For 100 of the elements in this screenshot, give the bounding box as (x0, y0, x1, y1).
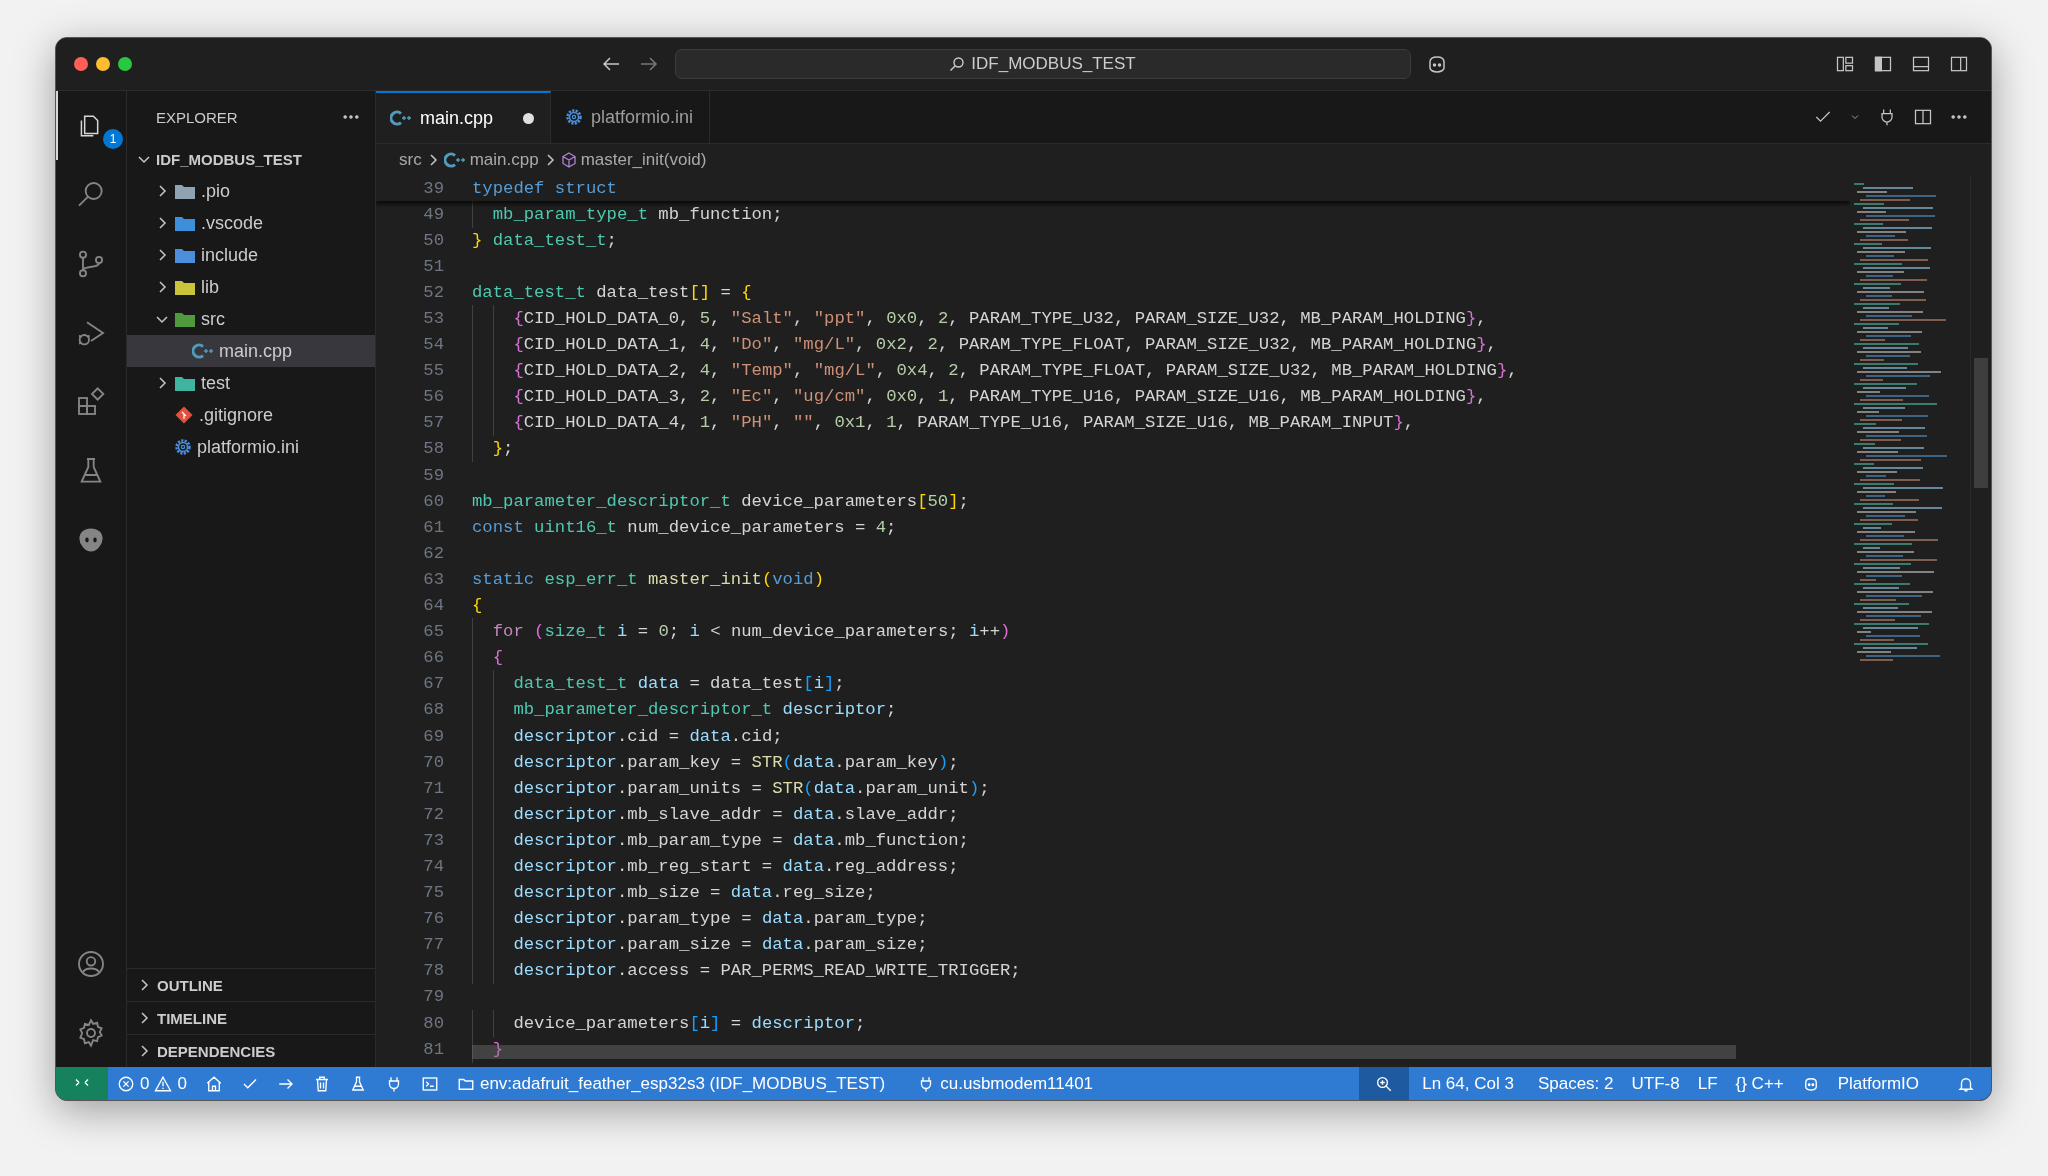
code-line: descriptor.param_type = data.param_type; (472, 909, 928, 929)
code-line: const uint16_t num_device_parameters = 4; (472, 517, 897, 537)
environment-selector[interactable]: env:adafruit_feather_esp32s3 (IDF_MODBUS_TEST) (447, 1067, 895, 1100)
line-number: 39 (422, 178, 444, 198)
line-number: 79 (422, 987, 444, 1007)
remote-button[interactable] (56, 1067, 108, 1100)
line-number: 68 (422, 700, 444, 720)
cpp-file-icon (443, 150, 466, 169)
notification-badge: 1 (103, 129, 123, 149)
code-line: descriptor.mb_size = data.reg_size; (472, 883, 876, 903)
tree-item[interactable]: .gitignore (127, 399, 375, 431)
breadcrumb-item[interactable]: main.cpp (443, 149, 539, 170)
terminal-icon[interactable] (420, 1074, 439, 1093)
layout-icon[interactable] (1835, 54, 1855, 74)
line-number: 76 (422, 909, 444, 929)
tree-item[interactable]: src (127, 303, 375, 335)
search-field[interactable]: IDF_MODBUS_TEST (674, 49, 1411, 79)
encoding-selector[interactable]: UTF-8 (1622, 1067, 1689, 1100)
cpp-file-icon (390, 109, 412, 127)
panel-section-header[interactable]: OUTLINE (127, 968, 375, 1001)
search-icon (949, 56, 966, 72)
folder-icon (174, 374, 196, 392)
breadcrumb-item[interactable]: src (399, 149, 422, 170)
line-number: 81 (422, 1039, 444, 1059)
gear-icon (174, 438, 192, 456)
line-number: 64 (422, 596, 444, 616)
tree-item[interactable]: test (127, 367, 375, 399)
code-line: typedef struct (472, 178, 617, 198)
home-icon[interactable] (204, 1074, 223, 1093)
line-number: 50 (422, 230, 444, 250)
line-number: 59 (422, 465, 444, 485)
line-number: 51 (422, 256, 444, 276)
port-selector[interactable]: cu.usbmodem11401 (908, 1067, 1103, 1100)
editor-tab[interactable]: main.cpp (376, 91, 552, 143)
code-line: descriptor.mb_slave_addr = data.slave_addr; (472, 804, 959, 824)
code-line: {CID_HOLD_DATA_3, 2, "Ec", "ug/cm", 0x0, 1, PARAM_TYPE_U16, PARAM_SIZE_U16, MB_PARAM_HOLDING}, (472, 387, 1487, 407)
minimize-button[interactable] (96, 57, 110, 71)
tree-item[interactable]: .pio (127, 175, 375, 207)
line-number: 77 (422, 935, 444, 955)
tree-item[interactable]: include (127, 239, 375, 271)
code-line: descriptor.param_units = STR(data.param_unit); (472, 778, 990, 798)
line-number: 78 (422, 961, 444, 981)
problems-button[interactable]: 0 0 (108, 1067, 196, 1100)
code-line: descriptor.cid = data.cid; (472, 726, 783, 746)
close-button[interactable] (74, 57, 88, 71)
line-number: 61 (422, 517, 444, 537)
tree-item[interactable]: main.cpp (127, 335, 375, 367)
code-line: }; (472, 439, 514, 459)
extensions-icon[interactable] (75, 385, 107, 418)
language-selector[interactable]: {} C++ (1726, 1067, 1793, 1100)
folder-icon (174, 310, 196, 328)
code-line: {CID_HOLD_DATA_1, 4, "Do", "mg/L", 0x2, 2, PARAM_TYPE_FLOAT, PARAM_SIZE_U32, MB_PARAM_HOLDING}, (472, 335, 1497, 355)
panel-icon[interactable] (1911, 54, 1931, 74)
line-number: 70 (422, 752, 444, 772)
code-line: descriptor.param_key = STR(data.param_key); (472, 752, 959, 772)
zoom-button[interactable] (1359, 1067, 1410, 1100)
tree-item[interactable]: lib (127, 271, 375, 303)
line-number: 67 (422, 674, 444, 694)
scrollbar-thumb[interactable] (1974, 358, 1988, 488)
breadcrumb-item[interactable]: master_init(void) (560, 149, 707, 170)
line-number: 63 (422, 569, 444, 589)
sidebar-title: EXPLORER (156, 108, 238, 126)
line-ending-selector[interactable]: LF (1688, 1067, 1727, 1100)
code-line: static esp_err_t master_init(void) (472, 569, 825, 589)
primary-sidebar-icon[interactable] (1873, 54, 1893, 74)
folder-icon (174, 246, 196, 264)
code-line: mb_parameter_descriptor_t device_parameters[50]; (472, 491, 969, 511)
code-line: mb_parameter_descriptor_t descriptor; (472, 700, 897, 720)
split-editor-icon[interactable] (1913, 107, 1933, 127)
cube-icon (560, 151, 577, 168)
folder-icon (174, 278, 196, 296)
zoom-icon[interactable] (1375, 1074, 1394, 1093)
indentation-selector[interactable]: Spaces: 2 (1528, 1067, 1623, 1100)
panel-section-header[interactable]: TIMELINE (127, 1001, 375, 1034)
line-number: 55 (422, 361, 444, 381)
code-line: } data_test_t; (472, 230, 617, 250)
code-line: { (472, 596, 483, 616)
gear-icon (565, 108, 584, 126)
platform-label[interactable]: PlatformIO (1828, 1067, 1928, 1100)
secondary-sidebar-icon[interactable] (1949, 54, 1969, 74)
line-number: 71 (422, 778, 444, 798)
code-line: { (472, 648, 504, 668)
tree-item[interactable]: platformio.ini (127, 431, 375, 463)
folder-icon (174, 182, 196, 200)
error-icon[interactable] (117, 1074, 135, 1093)
line-number: 53 (422, 309, 444, 328)
line-number: 52 (422, 282, 444, 302)
line-number: 58 (422, 439, 444, 459)
line-number: 75 (422, 883, 444, 903)
code-line: descriptor.mb_reg_start = data.reg_address; (472, 857, 959, 876)
cpp-file-icon (192, 342, 214, 360)
tree-item[interactable]: IDF_MODBUS_TEST (127, 143, 375, 175)
warning-icon[interactable] (154, 1074, 173, 1093)
line-number: 54 (422, 335, 444, 355)
folder-icon (174, 214, 196, 232)
line-number: 57 (422, 413, 444, 433)
line-number: 74 (422, 857, 444, 876)
zoom-button[interactable] (118, 57, 132, 71)
cursor-position[interactable]: Ln 64, Col 3 (1413, 1067, 1523, 1100)
tree-item[interactable]: .vscode (127, 207, 375, 239)
